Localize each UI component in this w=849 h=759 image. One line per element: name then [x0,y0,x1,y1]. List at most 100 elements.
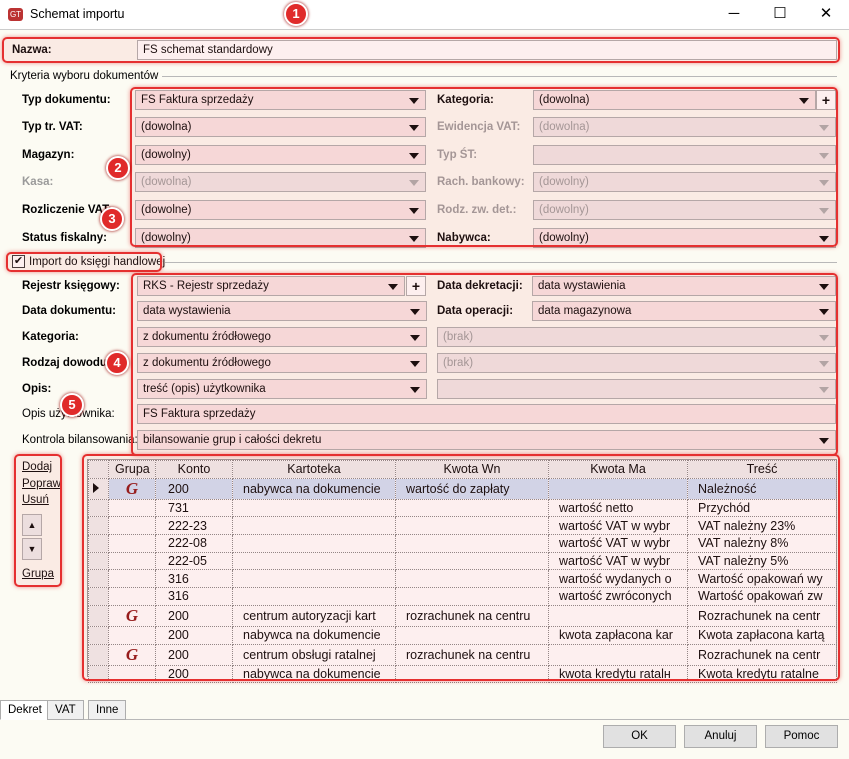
table-row[interactable]: 316 wartość zwróconych Wartość opakowań … [88,587,837,606]
column-header[interactable]: Kwota Wn [395,460,549,479]
table-row[interactable]: 316 wartość wydanych o Wartość opakowań … [88,569,837,589]
tab-inne[interactable]: Inne [88,700,127,720]
column-header[interactable]: Kwota Ma [548,460,688,479]
import-checkbox[interactable]: ✔ [12,255,25,268]
dropdown-arrow-icon [819,284,829,290]
minimize-button[interactable]: ─ [711,0,757,30]
add-category-button[interactable]: + [816,90,836,110]
criteria-combo[interactable]: FS Faktura sprzedaży [135,90,426,110]
annotation-badge: 1 [284,2,308,26]
import-combo[interactable]: data wystawienia [137,301,427,321]
criteria-combo[interactable]: (dowolna) [533,90,816,110]
maximize-button[interactable]: ☐ [757,0,803,30]
cell-kwota-ma: wartość VAT w wybr [548,516,688,536]
dropdown-arrow-icon [819,335,829,341]
dropdown-arrow-icon [819,387,829,393]
cell-kartoteka [232,498,396,518]
close-button[interactable]: ✕ [803,0,849,30]
criteria-label: Kasa: [22,176,54,188]
column-header[interactable]: Konto [155,460,233,479]
cell-kartoteka [232,534,396,553]
cell-kwota-wn [395,587,549,606]
cell-kwota-wn [395,551,549,571]
table-row[interactable]: G 200 centrum autoryzacji kart rozrachun… [88,604,837,627]
criteria-label: Rozliczenie VAT: [22,204,112,216]
import-combo[interactable]: data wystawienia [532,276,836,296]
table-row[interactable]: G 200 nabywca na dokumencie wartość do z… [88,477,837,500]
criteria-label: Nabywca: [437,232,491,244]
criteria-combo[interactable]: (dowolny) [533,228,836,248]
balance-combo[interactable]: bilansowanie grup i całości dekretu [137,430,836,450]
ok-button[interactable]: OK [603,725,676,748]
app-logo-icon: GT [8,8,23,21]
column-header[interactable]: Kartoteka [232,460,396,479]
criteria-combo: (dowolna) [533,117,836,137]
tab-vat[interactable]: VAT [47,700,84,720]
user-desc-input[interactable]: FS Faktura sprzedaży [137,404,836,424]
cell-kartoteka: nabywca na dokumencie [232,477,396,500]
criteria-combo[interactable]: (dowolna) [135,117,426,137]
table-row[interactable]: 222-05 wartość VAT w wybr VAT należny 5% [88,551,837,571]
help-button[interactable]: Pomoc [765,725,838,748]
table-row[interactable]: 200 nabywca na dokumencie kwota zapłacon… [88,625,837,645]
criteria-combo[interactable]: (dowolny) [135,145,426,165]
edit-link[interactable]: Popraw [22,478,61,490]
divider [0,719,849,720]
import-combo[interactable]: RKS - Rejestr sprzedaży [137,276,405,296]
cell-konto: 200 [155,477,233,500]
import-combo-value: data wystawienia [143,305,231,317]
criteria-combo-value: (dowolny) [539,176,589,188]
dropdown-arrow-icon [409,153,419,159]
tab-dekret[interactable]: Dekret [0,700,50,720]
delete-link[interactable]: Usuń [22,494,49,506]
dropdown-arrow-icon [819,180,829,186]
balance-label: Kontrola bilansowania: [22,434,138,446]
column-header[interactable] [88,460,109,479]
criteria-combo[interactable]: (dowolny) [135,228,426,248]
import-combo-value: treść (opis) użytkownika [143,383,266,395]
import-combo: (brak) [437,327,836,347]
add-register-button[interactable]: + [406,276,426,296]
cell-kwota-ma [548,604,688,627]
criteria-combo: (dowolny) [533,200,836,220]
criteria-combo: (dowolny) [533,172,836,192]
cell-kwota-ma: wartość VAT w wybr [548,551,688,571]
add-link[interactable]: Dodaj [22,461,52,473]
table-row[interactable]: 222-23 wartość VAT w wybr VAT należny 23… [88,516,837,536]
annotation-badge: 5 [60,393,84,417]
table-row[interactable]: G 200 centrum obsługi ratalnej rozrachun… [88,643,837,666]
criteria-combo-value: (dowolny) [539,232,589,244]
move-up-button[interactable]: ▲ [22,514,42,536]
name-input[interactable]: FS schemat standardowy [137,40,837,60]
cell-kwota-ma: wartość netto [548,498,688,518]
dropdown-arrow-icon [819,309,829,315]
import-label: Rodzaj dowodu: [22,357,111,369]
table-row[interactable]: 731 wartość netto Przychód [88,498,837,518]
entries-table-container: Grupa Konto Kartoteka Kwota Wn Kwota Ma Treść… [87,459,837,684]
import-combo[interactable]: data magazynowa [532,301,836,321]
move-down-button[interactable]: ▼ [22,538,42,560]
cell-tresc: VAT należny 8% [687,534,837,553]
import-combo[interactable]: treść (opis) użytkownika [137,379,427,399]
column-header[interactable]: Grupa [108,460,156,479]
cell-tresc: Rozrachunek na centr [687,643,837,666]
table-row[interactable]: 222-08 wartość VAT w wybr VAT należny 8% [88,534,837,553]
column-header[interactable]: Treść [687,460,837,479]
group-icon: G [125,644,139,664]
annotation-badge: 4 [105,351,129,375]
name-label: Nazwa: [12,44,52,56]
cell-kartoteka: nabywca na dokumencie [232,664,396,684]
cell-kartoteka [232,516,396,536]
import-combo[interactable]: z dokumentu źródłowego [137,327,427,347]
criteria-combo-value: (dowolny) [539,204,589,216]
cell-konto: 731 [155,498,233,518]
dropdown-arrow-icon [819,438,829,444]
row-pointer-icon [93,482,99,493]
cancel-button[interactable]: Anuluj [684,725,757,748]
cell-kwota-wn [395,516,549,536]
group-link[interactable]: Grupa [22,568,54,580]
import-combo-value: z dokumentu źródłowego [143,331,271,343]
criteria-combo[interactable]: (dowolne) [135,200,426,220]
import-combo[interactable]: z dokumentu źródłowego [137,353,427,373]
table-row[interactable]: 200 nabywca na dokumencie kwota kredytu … [88,664,837,684]
